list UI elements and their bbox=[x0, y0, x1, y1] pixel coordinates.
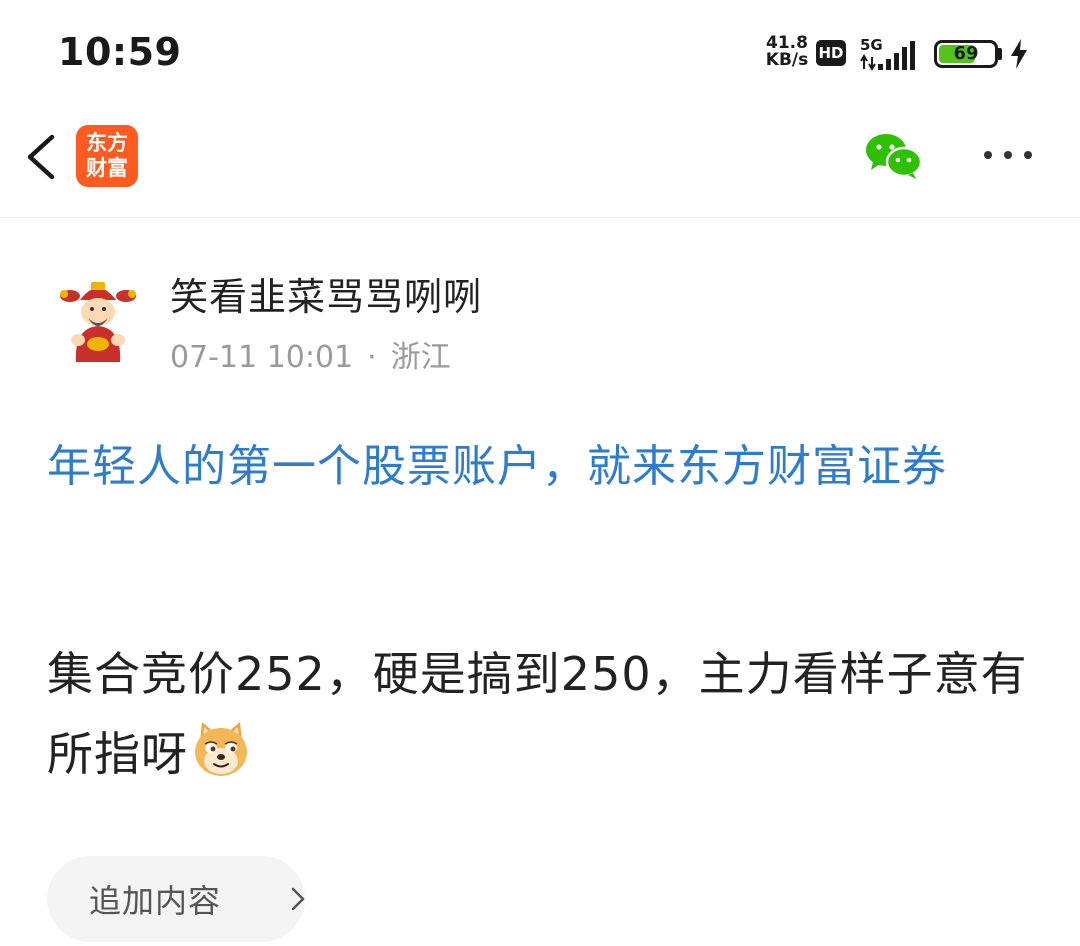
status-bar: 10:59 41.8 KB/s HD 5G 69 bbox=[0, 0, 1080, 105]
app-logo-line1: 东方 bbox=[86, 131, 128, 155]
more-dots-icon[interactable] bbox=[982, 143, 1034, 167]
add-content-label: 追加内容 bbox=[89, 882, 222, 920]
wechat-icon[interactable] bbox=[864, 131, 924, 181]
status-time: 10:59 bbox=[58, 30, 182, 74]
top-nav-bar: 东方 财富 bbox=[0, 105, 1080, 218]
hd-badge: HD bbox=[816, 40, 846, 66]
signal-icon: 5G bbox=[860, 36, 915, 71]
avatar[interactable] bbox=[58, 274, 138, 362]
app-logo[interactable]: 东方 财富 bbox=[76, 125, 138, 187]
network-speed-unit: KB/s bbox=[765, 50, 809, 70]
back-arrow-icon[interactable] bbox=[18, 129, 66, 185]
battery-icon: 69 bbox=[934, 40, 998, 68]
network-speed: 41.8 KB/s bbox=[762, 35, 812, 69]
app-logo-line2: 财富 bbox=[86, 156, 128, 180]
post-meta: 07-11 10:01 · 浙江 bbox=[170, 332, 451, 376]
promo-link[interactable]: 年轻人的第一个股票账户，就来东方财富证券 bbox=[47, 428, 1037, 506]
post-date: 07-11 10:01 bbox=[170, 340, 354, 375]
battery-cap bbox=[998, 48, 1002, 60]
author-name[interactable]: 笑看韭菜骂骂咧咧 bbox=[170, 266, 482, 321]
add-content-button[interactable]: 追加内容 bbox=[47, 856, 305, 942]
battery-percent: 69 bbox=[953, 43, 979, 64]
network-type-label: 5G bbox=[860, 36, 883, 54]
post-body: 集合竞价252，硬是搞到250，主力看样子意有所指呀 bbox=[47, 634, 1047, 794]
post-location: 浙江 bbox=[390, 340, 451, 375]
chevron-right-icon bbox=[291, 887, 305, 911]
doge-emoji-icon bbox=[195, 722, 247, 776]
charging-bolt-icon bbox=[1011, 39, 1027, 69]
meta-separator: · bbox=[367, 340, 377, 375]
